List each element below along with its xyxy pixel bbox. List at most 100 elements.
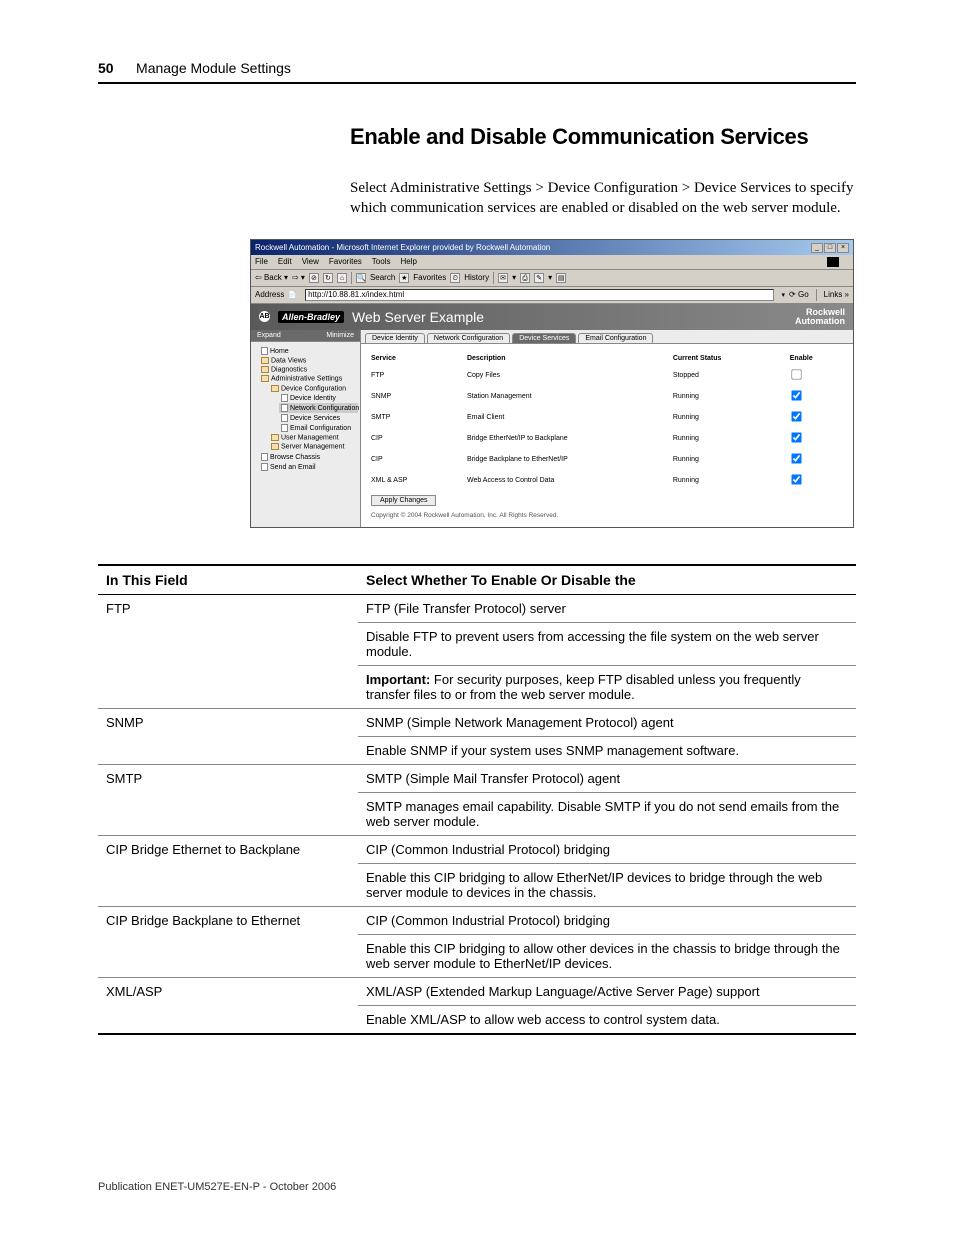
menu-item[interactable]: Edit <box>278 257 292 266</box>
field-desc-cell: Enable this CIP bridging to allow EtherN… <box>358 863 856 906</box>
sidebar-item[interactable]: Send an Email <box>259 462 358 472</box>
window-title: Rockwell Automation - Microsoft Internet… <box>255 243 550 252</box>
window-titlebar: Rockwell Automation - Microsoft Internet… <box>251 240 853 255</box>
sidebar-item[interactable]: Diagnostics <box>259 365 358 374</box>
field-name-cell: FTP <box>98 594 358 708</box>
print-icon[interactable]: ⎙ <box>520 273 530 283</box>
enable-checkbox[interactable] <box>791 369 801 379</box>
field-desc-cell: CIP (Common Industrial Protocol) bridgin… <box>358 835 856 863</box>
enable-checkbox[interactable] <box>791 453 801 463</box>
document-icon <box>261 347 268 355</box>
favorites-button[interactable]: Favorites <box>413 273 446 282</box>
browser-toolbar[interactable]: ⇦ Back ▾ ⇨ ▾ ⊘ ↻ ⌂ 🔍Search ★Favorites ⏲H… <box>251 270 853 287</box>
links-label[interactable]: Links » <box>824 290 849 299</box>
sidebar-item[interactable]: Server Management <box>269 442 358 451</box>
service-enable-cell <box>780 386 853 407</box>
rockwell-logo: Rockwell Automation <box>795 308 845 326</box>
service-table-header: Description <box>457 352 663 365</box>
service-row: SMTPEmail ClientRunning <box>361 407 853 428</box>
service-cell: XML & ASP <box>361 470 457 491</box>
sidebar-item-label: Home <box>270 347 289 354</box>
enable-checkbox[interactable] <box>791 411 801 421</box>
menu-item[interactable]: Favorites <box>329 257 362 266</box>
service-row: FTPCopy FilesStopped <box>361 365 853 386</box>
service-cell: Copy Files <box>457 365 663 386</box>
sidebar-item[interactable]: Email Configuration <box>279 423 358 433</box>
sidebar-item-label: Device Configuration <box>281 385 346 392</box>
edit-icon[interactable]: ✎ <box>534 273 544 283</box>
history-icon[interactable]: ⏲ <box>450 273 460 283</box>
table-row: SNMPSNMP (Simple Network Management Prot… <box>98 708 856 736</box>
sidebar-item[interactable]: Data Views <box>259 356 358 365</box>
minimize-button[interactable]: Minimize <box>320 330 360 341</box>
field-name-cell: XML/ASP <box>98 977 358 1034</box>
document-icon <box>261 463 268 471</box>
sidebar-item[interactable]: Browse Chassis <box>259 452 358 462</box>
sidebar-item[interactable]: Device Identity <box>279 393 358 403</box>
field-desc-cell: Disable FTP to prevent users from access… <box>358 622 856 665</box>
menu-item[interactable]: File <box>255 257 268 266</box>
sidebar-item[interactable]: Network Configuration <box>279 403 358 413</box>
field-desc-cell: XML/ASP (Extended Markup Language/Active… <box>358 977 856 1005</box>
menu-item[interactable]: View <box>302 257 319 266</box>
service-table-header: Service <box>361 352 457 365</box>
document-icon <box>261 453 268 461</box>
sidebar-item-label: Browse Chassis <box>270 453 320 460</box>
sidebar-item-label: Email Configuration <box>290 425 351 432</box>
tab[interactable]: Device Services <box>512 333 576 343</box>
home-icon[interactable]: ⌂ <box>337 273 347 283</box>
service-row: SNMPStation ManagementRunning <box>361 386 853 407</box>
expand-button[interactable]: Expand <box>251 330 287 341</box>
sidebar-item[interactable]: Device Services <box>279 413 358 423</box>
table-row: FTPFTP (File Transfer Protocol) server <box>98 594 856 622</box>
sidebar-item[interactable]: Administrative Settings <box>259 374 358 383</box>
favorites-icon[interactable]: ★ <box>399 273 409 283</box>
sidebar-item[interactable]: Device Configuration <box>269 384 358 393</box>
refresh-icon[interactable]: ↻ <box>323 273 333 283</box>
screenshot: Rockwell Automation - Microsoft Internet… <box>250 239 854 528</box>
menu-item[interactable]: Tools <box>372 257 391 266</box>
go-button[interactable]: ⟳ Go <box>789 290 809 299</box>
mail-icon[interactable]: ✉ <box>498 273 508 283</box>
table-header-field: In This Field <box>98 565 358 595</box>
service-cell: CIP <box>361 428 457 449</box>
sidebar-item-label: Data Views <box>271 357 306 364</box>
services-table: ServiceDescriptionCurrent StatusEnable F… <box>361 352 853 491</box>
search-icon[interactable]: 🔍 <box>356 273 366 283</box>
important-label: Important: <box>366 672 430 687</box>
discuss-icon[interactable]: ▤ <box>556 273 566 283</box>
window-controls[interactable]: _□× <box>810 242 849 253</box>
menu-bar[interactable]: File Edit View Favorites Tools Help <box>255 257 427 267</box>
enable-checkbox[interactable] <box>791 432 801 442</box>
tab[interactable]: Device Identity <box>365 333 425 343</box>
sidebar-item[interactable]: User Management <box>269 433 358 442</box>
service-cell: Bridge Backplane to EtherNet/IP <box>457 449 663 470</box>
service-enable-cell <box>780 449 853 470</box>
service-row: CIPBridge EtherNet/IP to BackplaneRunnin… <box>361 428 853 449</box>
enable-checkbox[interactable] <box>791 474 801 484</box>
field-name-cell: SMTP <box>98 764 358 835</box>
folder-icon <box>261 366 269 373</box>
document-icon <box>281 414 288 422</box>
sidebar-item[interactable]: Home <box>259 346 358 356</box>
document-icon <box>281 394 288 402</box>
field-name-cell: CIP Bridge Ethernet to Backplane <box>98 835 358 906</box>
folder-icon <box>271 443 279 450</box>
sidebar-item-label: Send an Email <box>270 463 316 470</box>
sidebar-item-label: Device Services <box>290 415 340 422</box>
stop-icon[interactable]: ⊘ <box>309 273 319 283</box>
address-label: Address <box>255 290 284 299</box>
history-button[interactable]: History <box>464 273 489 282</box>
folder-icon <box>271 434 279 441</box>
apply-changes-button[interactable]: Apply Changes <box>371 495 436 506</box>
tab[interactable]: Network Configuration <box>427 333 510 343</box>
service-cell: FTP <box>361 365 457 386</box>
search-button[interactable]: Search <box>370 273 395 282</box>
enable-checkbox[interactable] <box>791 390 801 400</box>
address-input[interactable] <box>305 289 773 301</box>
service-cell: Email Client <box>457 407 663 428</box>
menu-item[interactable]: Help <box>400 257 416 266</box>
section-paragraph: Select Administrative Settings > Device … <box>350 178 856 219</box>
back-button[interactable]: Back <box>264 273 282 282</box>
tab[interactable]: Email Configuration <box>578 333 653 343</box>
